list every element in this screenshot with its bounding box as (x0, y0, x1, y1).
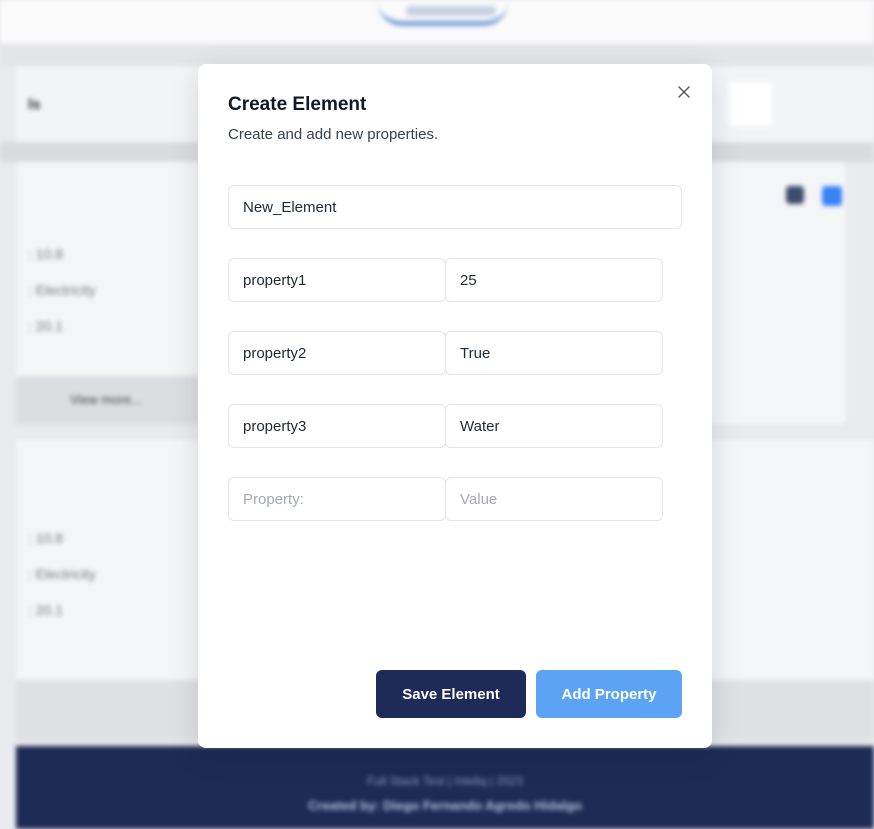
property-value-input[interactable]: 25 (445, 258, 663, 302)
navbar-title: ls (28, 96, 41, 113)
card-line: : Electricity (28, 282, 96, 298)
footer-copyright: Full Stack Test | Inteliq | 2023 (366, 774, 524, 788)
close-icon (678, 86, 690, 98)
card-line: : 10.8 (28, 530, 64, 546)
modal-subtitle: Create and add new properties. (228, 126, 439, 143)
close-button[interactable] (672, 80, 696, 104)
property-name-input[interactable]: property3 (228, 404, 446, 448)
card-line: : 20.1 (28, 602, 64, 618)
edit-icon (786, 186, 804, 204)
footer-credits: Created by: Diego Fernando Agredo Hidalg… (308, 798, 582, 813)
add-property-button[interactable]: Add Property (536, 670, 682, 718)
header-divider (0, 44, 874, 66)
card-line: : Electricity (28, 566, 96, 582)
property-value-input[interactable]: Water (445, 404, 663, 448)
property-name-input[interactable]: property1 (228, 258, 446, 302)
card-line: : 10.8 (28, 246, 64, 262)
page-footer: Full Stack Test | Inteliq | 2023 Created… (16, 746, 874, 829)
property-name-input[interactable]: property2 (228, 331, 446, 375)
save-element-button[interactable]: Save Element (376, 670, 526, 718)
property-value-input[interactable]: True (445, 331, 663, 375)
modal-title: Create Element (228, 94, 367, 115)
logo-text (406, 6, 496, 16)
delete-icon (822, 186, 842, 206)
top-header (0, 0, 874, 44)
create-element-modal: Create Element Create and add new proper… (198, 64, 712, 748)
element-name-input[interactable]: New_Element (228, 185, 682, 229)
navbar-search-box (728, 82, 772, 126)
card-footer: View more... (16, 376, 216, 424)
view-more-button: View more... (70, 392, 143, 407)
new-property-input[interactable]: Property: (228, 477, 446, 521)
card-line: : 20.1 (28, 318, 64, 334)
new-value-input[interactable]: Value (445, 477, 663, 521)
